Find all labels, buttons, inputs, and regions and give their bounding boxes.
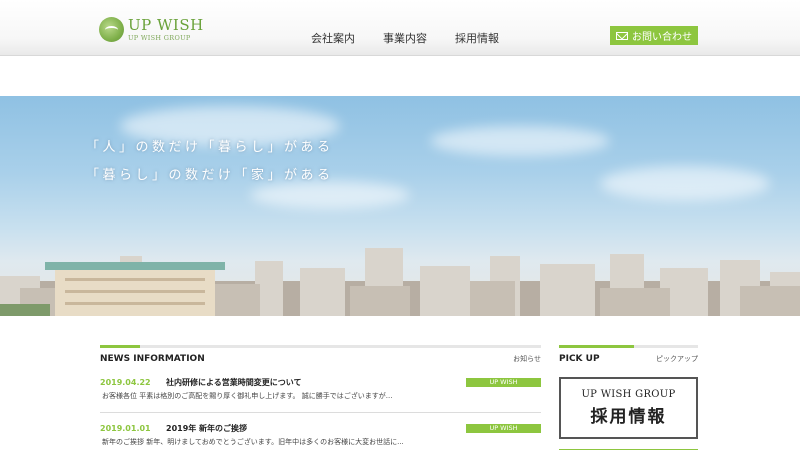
- news-category-badge: UP WISH: [466, 423, 541, 433]
- news-date: 2019.01.01: [100, 423, 151, 433]
- news-item[interactable]: 2019.04.22 社内研修による営業時間変更について UP WISH お客様…: [100, 375, 541, 413]
- pickup-divider: [559, 345, 698, 348]
- pickup-title: PICK UP: [559, 354, 600, 364]
- pickup-section: PICK UP ピックアップ UP WISH GROUP 採用情報: [559, 345, 698, 450]
- news-excerpt: 新年のご挨拶 新年、明けましておめでとうございます。旧年中は多くのお客様に大変お…: [102, 438, 404, 446]
- contact-button-label: お問い合わせ: [632, 32, 692, 43]
- cityscape: [0, 248, 800, 316]
- cloud: [600, 166, 770, 201]
- pickup-subtitle: ピックアップ: [656, 355, 698, 363]
- nav-item-business[interactable]: 事業内容: [383, 30, 427, 46]
- recruit-banner-jp: 採用情報: [590, 407, 667, 427]
- news-title: NEWS INFORMATION: [100, 354, 205, 364]
- hero-line-2: 「暮らし」の数だけ「家」がある: [86, 168, 334, 183]
- recruit-banner-en: UP WISH GROUP: [581, 389, 676, 400]
- news-subject[interactable]: 社内研修による営業時間変更について: [166, 377, 466, 388]
- news-category-badge: UP WISH: [466, 377, 541, 387]
- recruit-banner[interactable]: UP WISH GROUP 採用情報: [559, 377, 698, 439]
- site-logo[interactable]: UP WISH UP WISH GROUP: [99, 17, 204, 42]
- hero-copy: 「人」の数だけ「暮らし」がある 「暮らし」の数だけ「家」がある: [86, 136, 334, 192]
- news-excerpt: お客様各位 平素は格別のご高配を賜り厚く御礼申し上げます。 誠に勝手ではございま…: [102, 392, 393, 400]
- logo-icon: [99, 17, 124, 42]
- hero-line-1: 「人」の数だけ「暮らし」がある: [86, 140, 334, 155]
- cloud: [430, 126, 610, 156]
- nav-item-recruit[interactable]: 採用情報: [455, 30, 499, 46]
- nav-item-company[interactable]: 会社案内: [311, 30, 355, 46]
- logo-sub-text: UP WISH GROUP: [128, 33, 191, 42]
- contact-button[interactable]: お問い合わせ: [610, 26, 698, 45]
- news-item[interactable]: 2019.01.01 2019年 新年のご挨拶 UP WISH 新年のご挨拶 新…: [100, 421, 541, 450]
- news-date: 2019.04.22: [100, 377, 151, 387]
- news-more-link[interactable]: お知らせ: [513, 354, 541, 364]
- news-section: NEWS INFORMATION お知らせ 2019.04.22 社内研修による…: [100, 345, 541, 450]
- main-nav: 会社案内 事業内容 採用情報: [311, 30, 527, 46]
- site-header: UP WISH UP WISH GROUP 会社案内 事業内容 採用情報 お問い…: [0, 0, 800, 56]
- hero-image: 「人」の数だけ「暮らし」がある 「暮らし」の数だけ「家」がある: [0, 96, 800, 316]
- news-subject[interactable]: 2019年 新年のご挨拶: [166, 423, 466, 434]
- news-divider: [100, 345, 541, 348]
- logo-main-text: UP WISH: [128, 15, 204, 34]
- mail-icon: [616, 31, 628, 40]
